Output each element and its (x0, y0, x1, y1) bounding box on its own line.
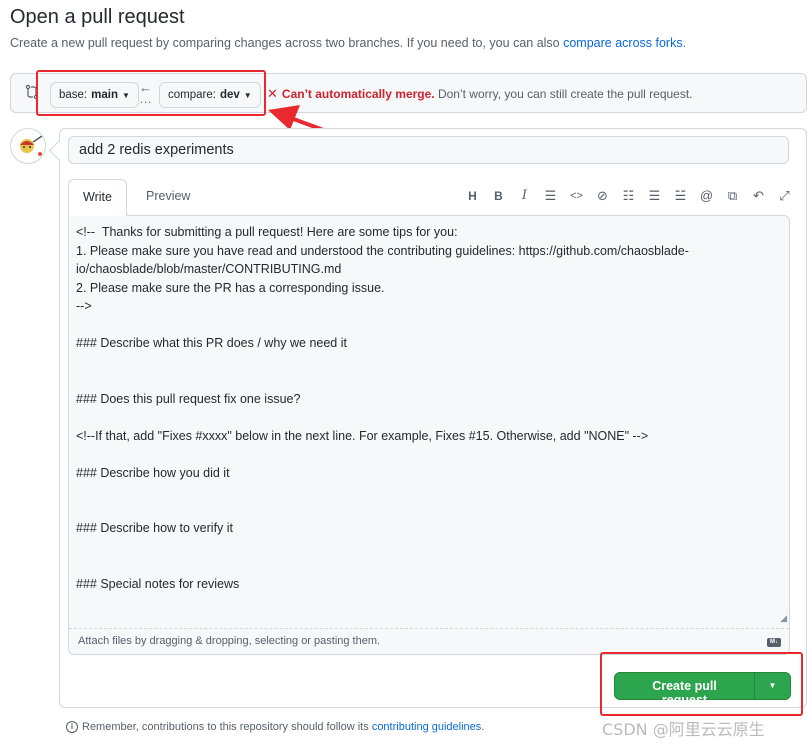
numbered-list-icon[interactable]: ☰ (647, 187, 662, 205)
subtitle-suffix: . (682, 36, 687, 50)
footer-note-suffix: . (481, 721, 485, 733)
contributing-note: i Remember, contributions to this reposi… (66, 721, 484, 733)
heading-icon[interactable]: H (465, 187, 480, 205)
pull-request-form: Write Preview H B I ☰ <> ⊘ ☷ ☰ ☱ @ ⧉ ↶ ⤢… (59, 128, 807, 708)
mention-icon[interactable]: @ (699, 187, 714, 205)
x-icon: ✕ (267, 86, 278, 101)
quote-icon[interactable]: ☰ (543, 187, 558, 205)
tab-write[interactable]: Write (68, 179, 127, 216)
reference-icon[interactable]: ⧉ (725, 187, 740, 205)
bulleted-list-icon[interactable]: ☷ (621, 187, 636, 205)
page-subtitle: Create a new pull request by comparing c… (10, 36, 686, 50)
code-icon[interactable]: <> (569, 187, 584, 205)
footer-note-text: Remember, contributions to this reposito… (82, 721, 372, 733)
fullscreen-icon[interactable]: ⤢ (777, 187, 792, 205)
file-attachment-area[interactable]: Attach files by dragging & dropping, sel… (69, 628, 789, 654)
annotation-highlight-branches (36, 70, 266, 116)
comment-editor[interactable]: <!-- Thanks for submitting a pull reques… (68, 215, 790, 655)
watermark: CSDN @阿里云云原生 (602, 720, 765, 739)
pr-title-input[interactable] (68, 136, 789, 164)
resize-handle-icon[interactable]: ◢ (780, 613, 787, 624)
italic-icon[interactable]: I (517, 187, 532, 205)
reply-icon[interactable]: ↶ (751, 187, 766, 205)
tab-preview[interactable]: Preview (132, 179, 204, 216)
contributing-guidelines-link[interactable]: contributing guidelines (372, 721, 481, 733)
merge-status-error: Can’t automatically merge. (281, 87, 435, 101)
bold-icon[interactable]: B (491, 187, 506, 205)
page-title: Open a pull request (10, 6, 185, 28)
info-icon: i (66, 721, 78, 733)
markdown-toolbar: H B I ☰ <> ⊘ ☷ ☰ ☱ @ ⧉ ↶ ⤢ (465, 187, 792, 205)
attach-hint: Attach files by dragging & dropping, sel… (78, 635, 381, 647)
merge-status-note: Don’t worry, you can still create the pu… (434, 87, 693, 101)
subtitle-text: Create a new pull request by comparing c… (10, 36, 564, 50)
pr-body-textarea[interactable]: <!-- Thanks for submitting a pull reques… (76, 223, 781, 593)
task-list-icon[interactable]: ☱ (673, 187, 688, 205)
avatar (10, 128, 46, 164)
annotation-highlight-create (600, 652, 803, 716)
markdown-icon: M↓ (767, 638, 781, 647)
link-icon[interactable]: ⊘ (595, 187, 610, 205)
compare-across-forks-link[interactable]: compare across forks (563, 36, 682, 50)
